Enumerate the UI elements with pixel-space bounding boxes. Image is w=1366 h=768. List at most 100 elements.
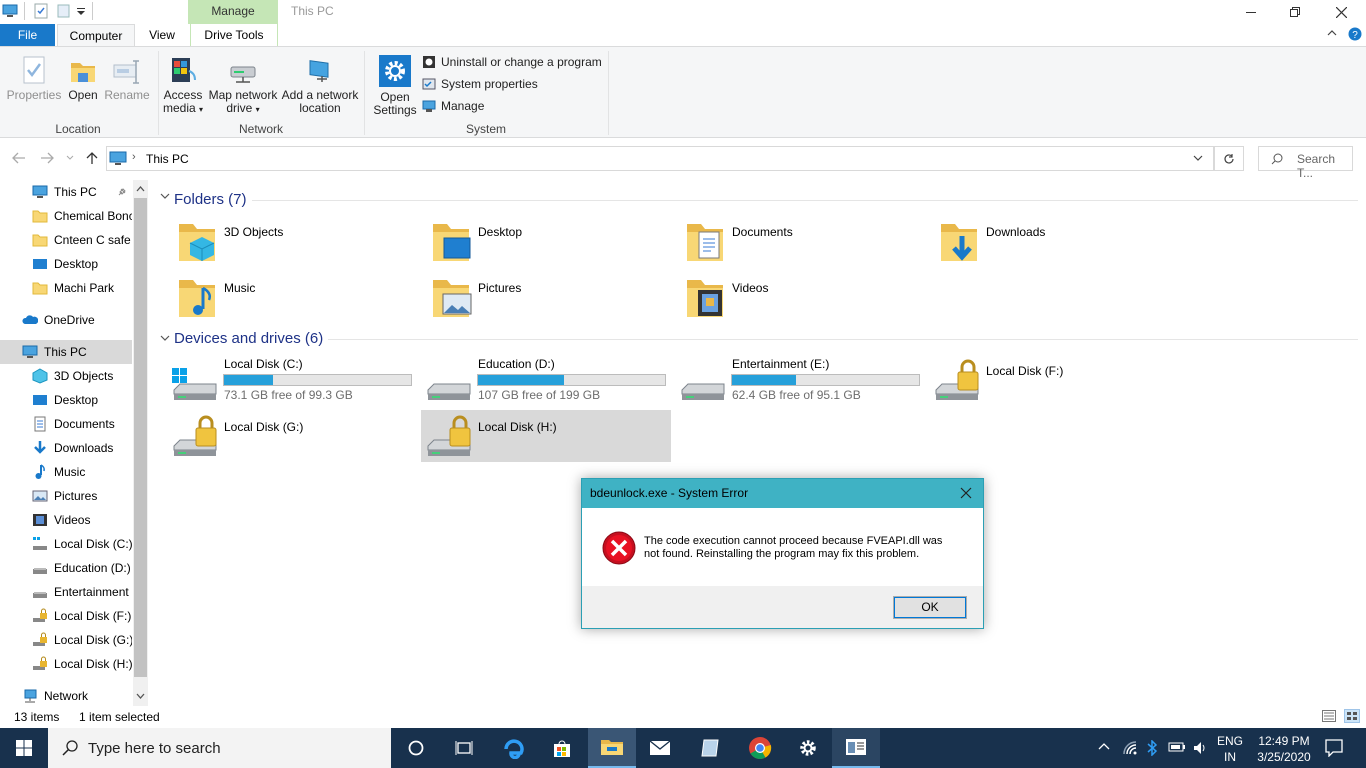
nav-local-disk-h[interactable]: Local Disk (H:) xyxy=(0,652,132,676)
task-view-icon[interactable] xyxy=(440,728,488,768)
minimize-button[interactable] xyxy=(1228,0,1274,24)
folder-documents[interactable]: Documents xyxy=(684,220,934,270)
help-icon[interactable]: ? xyxy=(1348,27,1362,41)
open-button[interactable]: Open xyxy=(64,55,102,102)
nav-3d-objects[interactable]: 3D Objects xyxy=(0,364,132,388)
taskbar-search-box[interactable]: Type here to search xyxy=(48,728,391,768)
search-input[interactable]: Search T... xyxy=(1258,146,1353,180)
nav-quick-this-pc[interactable]: This PC xyxy=(0,180,132,204)
start-button[interactable] xyxy=(0,728,48,768)
folder-music[interactable]: Music xyxy=(176,276,426,326)
nav-quick-machi-park[interactable]: Machi Park xyxy=(0,276,132,300)
access-media-button[interactable]: Access media ▾ xyxy=(162,55,204,116)
bluetooth-icon[interactable] xyxy=(1146,740,1158,756)
folder-downloads[interactable]: Downloads xyxy=(938,220,1188,270)
close-button[interactable] xyxy=(1318,0,1364,24)
folders-collapse-icon[interactable] xyxy=(160,193,170,201)
dialog-close-icon[interactable] xyxy=(960,487,972,499)
nav-desktop[interactable]: Desktop xyxy=(0,388,132,412)
folder-desktop[interactable]: Desktop xyxy=(430,220,680,270)
address-bar[interactable]: › This PC xyxy=(106,146,1214,171)
collapse-ribbon-icon[interactable] xyxy=(1327,28,1337,38)
system-properties-button[interactable]: System properties xyxy=(422,77,538,91)
restore-button[interactable] xyxy=(1272,0,1318,24)
action-center-icon[interactable] xyxy=(1325,739,1343,757)
properties-quick-icon[interactable] xyxy=(33,3,49,19)
scroll-up-icon[interactable] xyxy=(136,186,145,192)
cortana-icon[interactable] xyxy=(392,728,440,768)
open-settings-button[interactable]: Open Settings xyxy=(370,55,420,117)
settings-gear-icon[interactable] xyxy=(784,728,832,768)
language-indicator[interactable]: ENG IN xyxy=(1214,733,1246,765)
system-properties-taskbar-button[interactable] xyxy=(832,728,880,768)
file-explorer-taskbar-button[interactable] xyxy=(588,728,636,768)
up-arrow-icon[interactable] xyxy=(86,151,98,165)
manage-button[interactable]: Manage xyxy=(422,99,484,113)
drive-f[interactable]: Local Disk (F:) xyxy=(930,354,1180,406)
nav-music[interactable]: Music xyxy=(0,460,132,484)
nav-quick-chemical-bonc[interactable]: Chemical Bonc xyxy=(0,204,132,228)
nav-pictures[interactable]: Pictures xyxy=(0,484,132,508)
scroll-down-icon[interactable] xyxy=(136,693,145,699)
battery-icon[interactable] xyxy=(1168,741,1186,753)
nav-education-d[interactable]: Education (D:) xyxy=(0,556,132,580)
drives-section-header[interactable]: Devices and drives (6) xyxy=(174,330,323,347)
uninstall-program-button[interactable]: Uninstall or change a program xyxy=(422,55,602,69)
refresh-button[interactable] xyxy=(1214,146,1244,171)
tab-drive-tools[interactable]: Drive Tools xyxy=(190,24,278,46)
tab-computer[interactable]: Computer xyxy=(57,24,135,47)
breadcrumb[interactable]: This PC xyxy=(146,152,189,166)
volume-icon[interactable] xyxy=(1192,740,1208,756)
nav-this-pc[interactable]: This PC xyxy=(0,340,132,364)
wifi-icon[interactable] xyxy=(1122,740,1138,756)
mail-icon[interactable] xyxy=(636,728,684,768)
address-dropdown-icon[interactable] xyxy=(1193,155,1203,162)
nav-onedrive[interactable]: OneDrive xyxy=(0,308,132,332)
nav-local-disk-g[interactable]: Local Disk (G:) xyxy=(0,628,132,652)
nav-quick-cnteen-c-safe[interactable]: Cnteen C safe xyxy=(0,228,132,252)
folder-pictures[interactable]: Pictures xyxy=(430,276,680,326)
notes-app-icon[interactable] xyxy=(686,728,734,768)
drive-c[interactable]: Local Disk (C:) 73.1 GB free of 99.3 GB xyxy=(168,354,418,406)
drive-e[interactable]: Entertainment (E:) 62.4 GB free of 95.1 … xyxy=(676,354,926,406)
rename-button[interactable]: Rename xyxy=(104,55,150,102)
new-folder-quick-icon[interactable] xyxy=(56,3,72,19)
tab-view[interactable]: View xyxy=(138,24,186,46)
nav-quick-desktop[interactable]: Desktop xyxy=(0,252,132,276)
drive-g[interactable]: Local Disk (G:) xyxy=(168,410,418,462)
customize-quick-access-icon[interactable] xyxy=(76,8,86,16)
edge-icon[interactable] xyxy=(490,728,538,768)
nav-local-disk-c[interactable]: Local Disk (C:) xyxy=(0,532,132,556)
app-pc-icon[interactable] xyxy=(2,4,18,18)
drive-h[interactable]: Local Disk (H:) xyxy=(421,410,671,462)
nav-scroll-thumb[interactable] xyxy=(134,198,147,677)
tab-file[interactable]: File xyxy=(0,24,55,46)
nav-videos[interactable]: Videos xyxy=(0,508,132,532)
forward-arrow-icon[interactable] xyxy=(40,152,54,164)
pin-icon[interactable] xyxy=(117,187,127,197)
nav-scrollbar[interactable] xyxy=(133,180,148,706)
details-view-icon[interactable] xyxy=(1322,710,1336,722)
back-arrow-icon[interactable] xyxy=(12,152,26,164)
large-icons-view-icon[interactable] xyxy=(1344,709,1360,723)
folder-videos[interactable]: Videos xyxy=(684,276,934,326)
drive-d[interactable]: Education (D:) 107 GB free of 199 GB xyxy=(422,354,672,406)
drives-collapse-icon[interactable] xyxy=(160,335,170,343)
chrome-icon[interactable] xyxy=(736,728,784,768)
nav-network[interactable]: Network xyxy=(0,684,132,708)
folder-3d-objects[interactable]: 3D Objects xyxy=(176,220,426,270)
context-tab-manage[interactable]: Manage xyxy=(188,0,278,24)
nav-entertainment[interactable]: Entertainment xyxy=(0,580,132,604)
map-network-drive-button[interactable]: Map network drive ▾ xyxy=(206,55,280,116)
ok-button[interactable]: OK xyxy=(893,596,967,619)
recent-locations-chevron-icon[interactable] xyxy=(66,155,74,161)
folders-section-header[interactable]: Folders (7) xyxy=(174,191,247,208)
properties-button[interactable]: Properties xyxy=(6,55,62,102)
clock[interactable]: 12:49 PM 3/25/2020 xyxy=(1252,733,1316,765)
nav-documents[interactable]: Documents xyxy=(0,412,132,436)
add-network-location-button[interactable]: Add a network location xyxy=(281,55,359,115)
dialog-title-bar[interactable]: bdeunlock.exe - System Error xyxy=(582,479,983,508)
nav-local-disk-f[interactable]: Local Disk (F:) xyxy=(0,604,132,628)
show-hidden-icons-chevron-icon[interactable] xyxy=(1098,742,1110,750)
store-icon[interactable] xyxy=(538,728,586,768)
